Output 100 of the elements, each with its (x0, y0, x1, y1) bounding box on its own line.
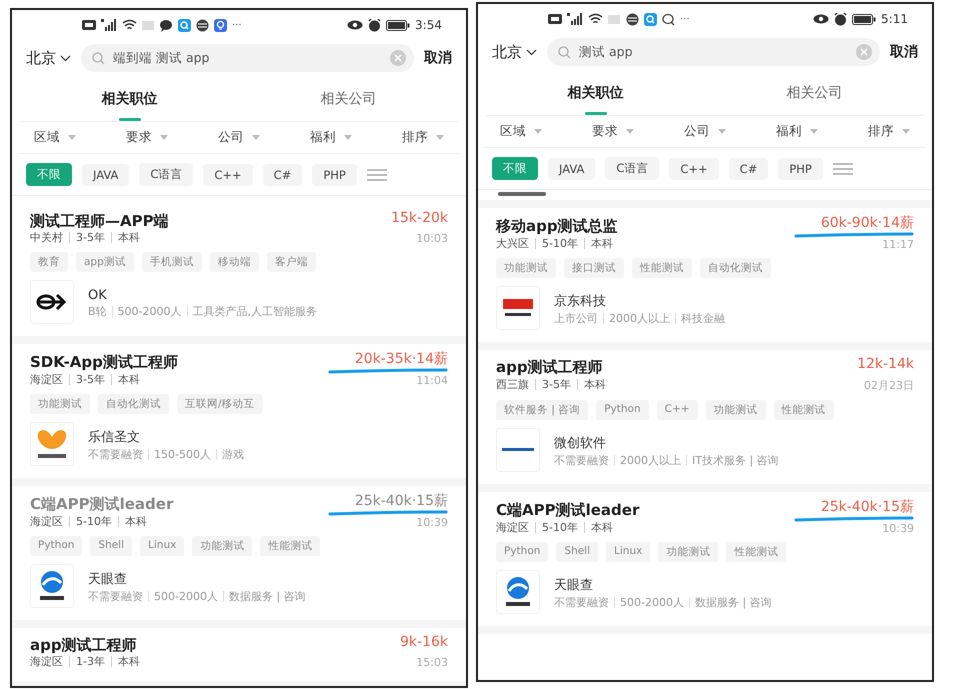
requirement-text: 本科 (110, 232, 146, 242)
city-selector[interactable]: 北京 (492, 42, 537, 62)
skill-tag: 教育 (30, 252, 68, 272)
skill-tag: Python (496, 542, 548, 562)
requirement-text: 本科 (118, 516, 153, 526)
ok-logo-icon (30, 280, 74, 324)
filter-chip[interactable]: JAVA (548, 158, 596, 180)
job-card[interactable]: SDK-App测试工程师 20k-35k·14薪 海淀区 3-5年 本科 11:04 功能测试 自动化测试 互联网/移动互 乐信圣文 不需要融资 150-500人 游戏 (12, 344, 466, 486)
job-card[interactable]: C端APP测试leader 25k-40k·15薪 海淀区 5-10年 本科 10:39 Python Shell Linux 功能测试 性能测试 天眼查 不需要融资 500-2000人 数据服务 | 咨询 (478, 492, 932, 634)
caret-icon (436, 135, 444, 140)
job-card[interactable]: app测试工程师 12k-14k 西三旗 3-5年 本科 02月23日 软件服务 | 咨询 Python C++ 功能测试 性能测试 微创软件 不需要融资 2000人以上 IT技术服务 | 咨询 (478, 350, 932, 492)
skill-tag: app测试 (76, 252, 134, 272)
caret-icon (718, 129, 726, 134)
chevron-down-icon (60, 54, 71, 62)
job-card[interactable]: app测试工程师 9k-16k 海淀区 1-3年 本科 15:03 (12, 628, 466, 686)
search-field[interactable]: 测试 app (547, 38, 880, 66)
skill-tag: Shell (90, 536, 132, 556)
requirement-text: 大兴区 (496, 238, 530, 248)
search-app-icon (644, 12, 657, 26)
post-time: 15:03 (416, 656, 448, 669)
salary-text: 20k-35k·14薪 (354, 350, 448, 368)
requirement-text: 海淀区 (496, 522, 530, 532)
company-info-text: 2000人以上 (614, 455, 686, 466)
skill-tag: Python (30, 536, 82, 556)
job-title: 测试工程师—APP端 (30, 212, 169, 230)
post-time: 11:17 (882, 238, 914, 251)
status-time: 5:11 (881, 12, 908, 26)
company-info-text: 2000人以上 (603, 313, 675, 324)
company-name: 京东科技 (554, 293, 607, 310)
skill-tag: 软件服务 | 咨询 (496, 400, 588, 420)
requirement-text: 1-3年 (69, 656, 111, 666)
caret-icon (902, 129, 910, 134)
menu-icon[interactable] (366, 168, 387, 180)
cancel-button[interactable]: 取消 (424, 49, 452, 67)
filter-dropdown[interactable]: 区域 (34, 129, 76, 146)
tab[interactable]: 相关公司 (239, 76, 458, 121)
tab[interactable]: 相关职位 (486, 70, 705, 115)
company-info-text: 不需要融资 (88, 591, 144, 602)
filter-dropdown[interactable]: 公司 (684, 123, 726, 140)
company-info-text: 数据服务 | 咨询 (688, 597, 777, 608)
job-card[interactable]: 测试工程师—APP端 15k-20k 中关村 3-5年 本科 10:03 教育 app测试 手机测试 移动端 客户端 OK B轮 500-2000人 工具类产品,人工智能服务 (12, 204, 466, 344)
skill-tag: 功能测试 (192, 536, 252, 556)
requirement-text: 海淀区 (30, 656, 64, 666)
salary-text: 15k-20k (391, 210, 448, 226)
tab[interactable]: 相关公司 (705, 70, 924, 115)
city-selector[interactable]: 北京 (26, 48, 71, 68)
requirement-text: 本科 (584, 238, 619, 248)
caret-icon (160, 135, 168, 140)
caret-icon (344, 135, 352, 140)
job-card[interactable]: 移动app测试总监 60k-90k·14薪 大兴区 5-10年 本科 11:17 功能测试 接口测试 性能测试 自动化测试 京东科技 上市公司 2000人以上 科技金融 (478, 208, 932, 350)
filter-chip[interactable]: C++ (203, 164, 253, 186)
job-title: app测试工程师 (30, 636, 137, 654)
clear-icon[interactable] (390, 50, 406, 66)
skill-tag: Shell (556, 542, 598, 562)
image-icon (142, 18, 155, 32)
filter-chip[interactable]: C语言 (605, 157, 660, 180)
company-info-text: 不需要融资 (554, 455, 610, 466)
search-field[interactable]: 端到端 测试 app (81, 44, 414, 72)
eye-icon (347, 20, 364, 30)
filter-chip[interactable]: C# (728, 158, 768, 180)
skill-tag: 自动化测试 (700, 258, 771, 278)
post-time: 10:39 (416, 516, 448, 529)
search-app-icon (178, 18, 191, 32)
requirement-text: 5-10年 (69, 516, 118, 526)
job-card[interactable]: C端APP测试leader 25k-40k·15薪 海淀区 5-10年 本科 10:39 Python Shell Linux 功能测试 性能测试 天眼查 不需要融资 500-2000人 数据服务 | 咨询 (12, 486, 466, 628)
filter-chip[interactable]: PHP (312, 164, 357, 186)
salary-text: 60k-90k·14薪 (820, 214, 914, 232)
requirement-text: 中关村 (30, 232, 64, 242)
filter-chip[interactable]: JAVA (82, 164, 130, 186)
company-info-text: 数据服务 | 咨询 (222, 591, 311, 602)
filter-dropdown[interactable]: 要求 (592, 123, 634, 140)
cancel-button[interactable]: 取消 (890, 43, 918, 61)
filter-dropdown[interactable]: 排序 (868, 123, 910, 140)
company-info-text: 上市公司 (554, 313, 599, 324)
battery-icon (852, 14, 876, 24)
skill-tag: Linux (606, 542, 650, 562)
filter-dropdown[interactable]: 公司 (218, 129, 260, 146)
filter-chip[interactable]: PHP (778, 158, 823, 180)
eye-icon (813, 14, 830, 24)
wifi-icon (122, 19, 137, 31)
skill-tag: 互联网/移动互 (177, 394, 263, 414)
clear-icon[interactable] (856, 44, 872, 60)
menu-icon[interactable] (832, 162, 853, 174)
tab[interactable]: 相关职位 (20, 76, 239, 121)
bulb-app-icon (214, 18, 227, 32)
filter-chip[interactable]: C语言 (139, 163, 194, 186)
post-time: 02月23日 (864, 378, 914, 393)
skill-tag: Python (596, 400, 649, 420)
filter-chip[interactable]: C# (262, 164, 302, 186)
filter-chip[interactable]: C++ (669, 158, 719, 180)
filter-dropdown[interactable]: 区域 (500, 123, 542, 140)
company-name: 乐信圣文 (88, 429, 141, 446)
filter-dropdown[interactable]: 排序 (402, 129, 444, 146)
filter-dropdown[interactable]: 要求 (126, 129, 168, 146)
company-name: 天眼查 (88, 571, 128, 588)
filter-dropdown[interactable]: 福利 (310, 129, 352, 146)
company-info-text: 科技金融 (675, 313, 730, 324)
skill-tag: 接口测试 (564, 258, 624, 278)
job-title: app测试工程师 (496, 358, 603, 376)
filter-dropdown[interactable]: 福利 (776, 123, 818, 140)
